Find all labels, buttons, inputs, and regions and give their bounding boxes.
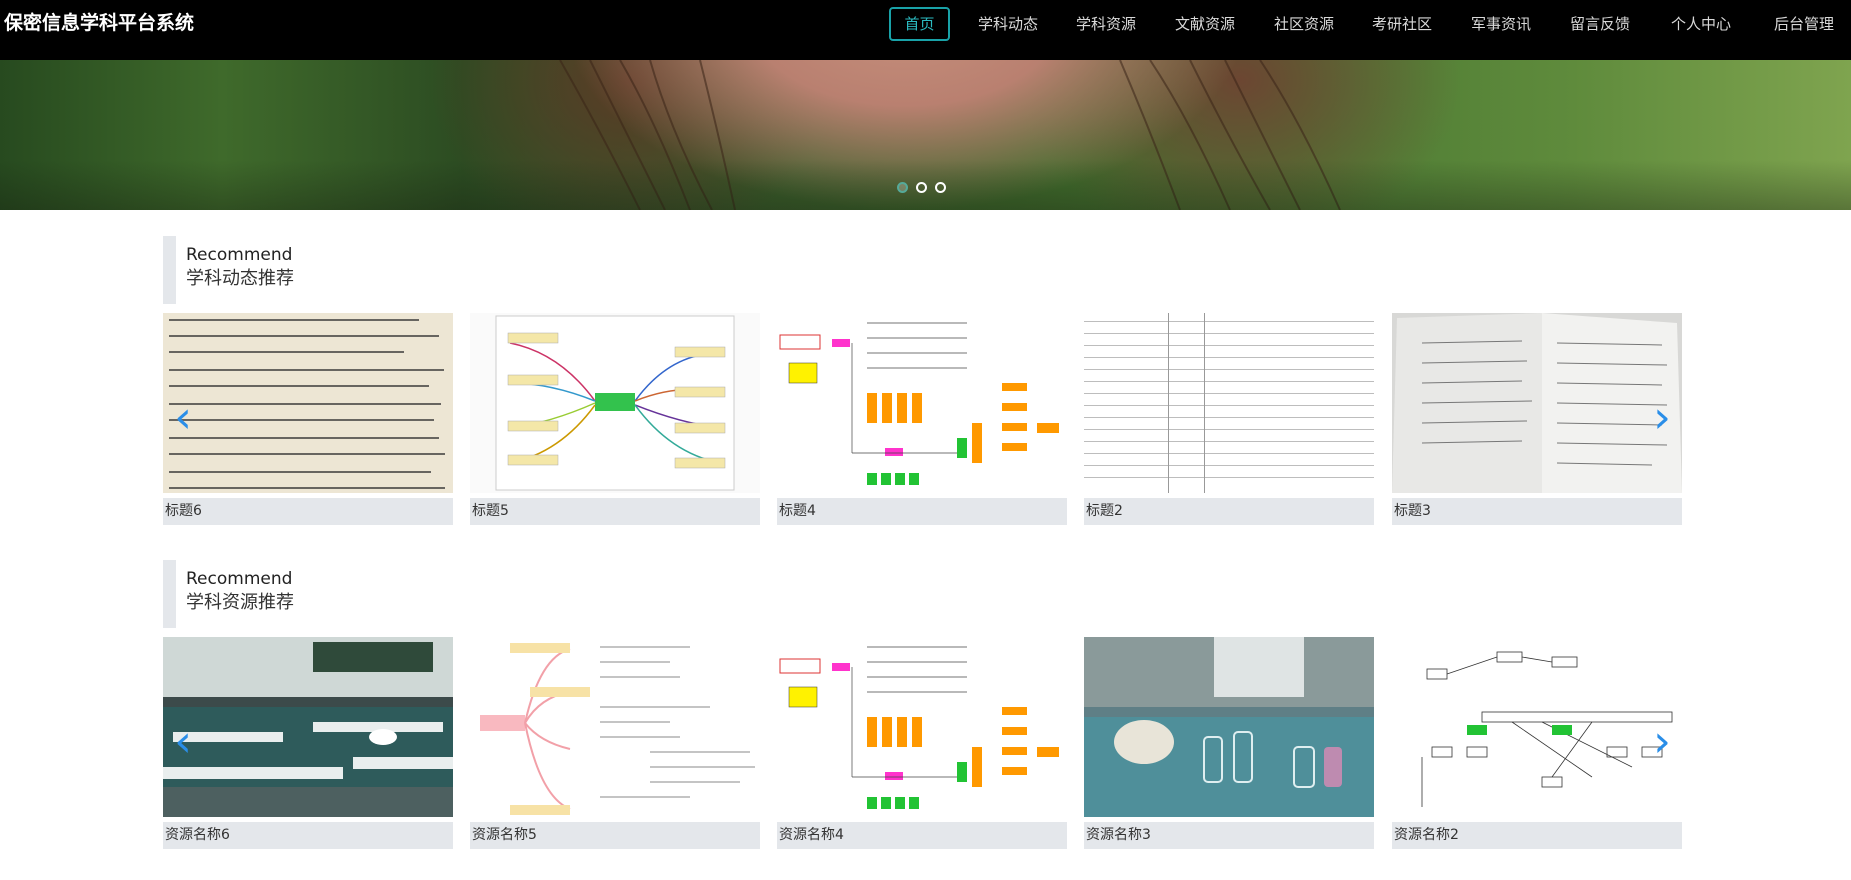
news-thumb-text-photo <box>163 313 453 493</box>
news-card-caption: 标题6 <box>163 498 453 525</box>
resource-thumb-lab-experiment-photo <box>1084 637 1374 817</box>
nav-item-literature[interactable]: 文献资源 <box>1167 7 1243 41</box>
news-card-5[interactable]: 标题3 <box>1392 313 1682 525</box>
resource-card-caption: 资源名称6 <box>163 822 453 849</box>
top-navbar: 保密信息学科平台系统 首页 学科动态 学科资源 文献资源 社区资源 考研社区 军… <box>0 0 1851 60</box>
news-next-chevron-right-icon[interactable]: › <box>1645 396 1679 440</box>
section-news-en-title: Recommend <box>186 245 293 265</box>
resource-thumb-lab-room-photo <box>163 637 453 817</box>
section-resources-cn-title: 学科资源推荐 <box>186 592 294 613</box>
resource-card-2[interactable]: 资源名称5 <box>470 637 760 849</box>
news-thumb-flow-chart <box>777 313 1067 493</box>
resource-card-caption: 资源名称3 <box>1084 822 1374 849</box>
news-prev-chevron-left-icon[interactable]: ‹ <box>166 396 200 440</box>
news-card-2[interactable]: 标题5 <box>470 313 760 525</box>
news-card-caption: 标题2 <box>1084 498 1374 525</box>
news-card-1[interactable]: 标题6 <box>163 313 453 525</box>
resources-prev-chevron-left-icon[interactable]: ‹ <box>166 720 200 764</box>
news-card-4[interactable]: 标题2 <box>1084 313 1374 525</box>
resource-card-1[interactable]: 资源名称6 <box>163 637 453 849</box>
nav-item-profile[interactable]: 个人中心 <box>1663 7 1739 41</box>
news-card-3[interactable]: 标题4 <box>777 313 1067 525</box>
nav-item-subject-resources[interactable]: 学科资源 <box>1068 7 1144 41</box>
carousel-dot-1[interactable] <box>897 182 908 193</box>
resource-card-5[interactable]: 资源名称2 <box>1392 637 1682 849</box>
main-nav: 首页 学科动态 学科资源 文献资源 社区资源 考研社区 军事资讯 留言反馈 个人… <box>0 0 1851 60</box>
resource-card-3[interactable]: 资源名称4 <box>777 637 1067 849</box>
news-card-caption: 标题4 <box>777 498 1067 525</box>
section-resources-header: Recommend 学科资源推荐 <box>163 560 363 628</box>
news-card-caption: 标题3 <box>1392 498 1682 525</box>
resource-card-caption: 资源名称2 <box>1392 822 1682 849</box>
resources-next-chevron-right-icon[interactable]: › <box>1645 720 1679 764</box>
section-news-header: Recommend 学科动态推荐 <box>163 236 363 304</box>
nav-item-military-news[interactable]: 军事资讯 <box>1463 7 1539 41</box>
news-thumb-table-document <box>1084 313 1374 493</box>
resource-card-caption: 资源名称4 <box>777 822 1067 849</box>
resource-thumb-flow-chart <box>777 637 1067 817</box>
nav-item-admin[interactable]: 后台管理 <box>1766 7 1842 41</box>
news-card-caption: 标题5 <box>470 498 760 525</box>
section-news-cn-title: 学科动态推荐 <box>186 268 294 289</box>
resource-thumb-mind-map-pink <box>470 637 760 817</box>
resource-card-4[interactable]: 资源名称3 <box>1084 637 1374 849</box>
resource-card-caption: 资源名称5 <box>470 822 760 849</box>
nav-item-postgraduate[interactable]: 考研社区 <box>1364 7 1440 41</box>
hero-carousel[interactable] <box>0 60 1851 210</box>
news-thumb-mind-map <box>470 313 760 493</box>
section-resources-en-title: Recommend <box>186 569 293 589</box>
carousel-dot-2[interactable] <box>916 182 927 193</box>
resource-thumb-flow-chart-green <box>1392 637 1682 817</box>
nav-item-community[interactable]: 社区资源 <box>1266 7 1342 41</box>
nav-item-subject-news[interactable]: 学科动态 <box>970 7 1046 41</box>
news-thumb-notebook-photo <box>1392 313 1682 493</box>
carousel-dot-3[interactable] <box>935 182 946 193</box>
nav-item-home[interactable]: 首页 <box>889 7 950 41</box>
nav-item-feedback[interactable]: 留言反馈 <box>1562 7 1638 41</box>
